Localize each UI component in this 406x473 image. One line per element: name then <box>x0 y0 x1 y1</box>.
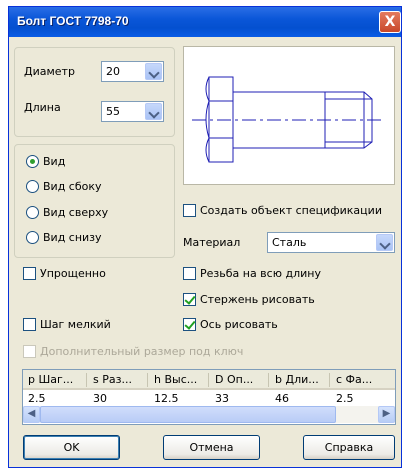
diameter-label: Диаметр <box>24 65 75 78</box>
help-button[interactable]: Справка <box>303 435 395 460</box>
close-icon: X <box>384 14 396 30</box>
simplified-label: Упрощенно <box>40 267 106 280</box>
table-cell[interactable]: 33 <box>215 392 229 405</box>
table-cell[interactable]: 30 <box>93 392 107 405</box>
column-header-b[interactable]: b Дли... <box>275 373 319 386</box>
view-radio-bottom[interactable] <box>26 231 39 244</box>
column-header-h[interactable]: h Выс... <box>154 373 197 386</box>
cancel-button[interactable]: Отмена <box>163 435 260 460</box>
extra-key-size-label: Дополнительный размер под ключ <box>40 345 244 358</box>
material-value: Сталь <box>272 236 307 249</box>
scrollbar-thumb[interactable] <box>40 406 336 423</box>
table-cell[interactable]: 2.5 <box>336 392 354 405</box>
simplified-checkbox[interactable] <box>23 267 36 280</box>
view-label-main: Вид <box>43 155 66 168</box>
horizontal-scrollbar[interactable]: ◀ ▶ <box>23 406 395 423</box>
bolt-preview <box>183 46 395 185</box>
dialog-window: Болт ГОСТ 7798-70 X Диаметр 20 Длина 55 <box>8 6 402 468</box>
title-bar[interactable]: Болт ГОСТ 7798-70 X <box>9 7 401 37</box>
view-label-bottom: Вид снизу <box>43 231 102 244</box>
view-radio-side[interactable] <box>26 180 39 193</box>
length-select[interactable]: 55 <box>101 101 164 122</box>
close-button[interactable]: X <box>379 11 401 33</box>
material-label: Материал <box>183 236 241 249</box>
table-cell[interactable]: 46 <box>275 392 289 405</box>
column-header-d[interactable]: D Оп... <box>215 373 253 386</box>
window-title: Болт ГОСТ 7798-70 <box>17 14 129 28</box>
draw-axis-label: Ось рисовать <box>200 318 278 331</box>
full-thread-checkbox[interactable] <box>183 267 196 280</box>
parameters-table[interactable]: p Шаг... s Раз... h Выс... D Оп... b Дли… <box>22 369 396 425</box>
extra-key-size-checkbox[interactable] <box>23 345 36 358</box>
view-label-top: Вид сверху <box>43 206 109 219</box>
table-cell[interactable]: 12.5 <box>154 392 179 405</box>
fine-pitch-checkbox[interactable] <box>23 318 36 331</box>
column-header-s[interactable]: s Раз... <box>93 373 132 386</box>
diameter-select[interactable]: 20 <box>101 61 164 82</box>
column-header-p[interactable]: p Шаг... <box>28 373 73 386</box>
table-cell[interactable]: 2.5 <box>28 392 46 405</box>
material-select[interactable]: Сталь <box>267 232 395 253</box>
create-spec-checkbox[interactable] <box>183 204 196 217</box>
view-label-side: Вид сбоку <box>43 180 102 193</box>
draw-shank-label: Стержень рисовать <box>200 293 315 306</box>
draw-shank-checkbox[interactable] <box>183 293 196 306</box>
view-radio-main[interactable] <box>26 155 39 168</box>
view-radio-top[interactable] <box>26 206 39 219</box>
chevron-down-icon[interactable] <box>145 103 162 120</box>
table-header: p Шаг... s Раз... h Выс... D Оп... b Дли… <box>23 370 395 390</box>
column-header-c[interactable]: c Фа... <box>336 373 372 386</box>
fine-pitch-label: Шаг мелкий <box>40 318 111 331</box>
length-value: 55 <box>106 105 120 118</box>
chevron-down-icon[interactable] <box>376 234 393 251</box>
create-spec-label: Создать объект спецификации <box>200 204 382 217</box>
length-label: Длина <box>24 101 61 114</box>
diameter-value: 20 <box>106 65 120 78</box>
chevron-down-icon[interactable] <box>145 63 162 80</box>
scroll-right-icon[interactable]: ▶ <box>378 406 395 423</box>
bolt-drawing <box>192 76 384 163</box>
draw-axis-checkbox[interactable] <box>183 318 196 331</box>
full-thread-label: Резьба на всю длину <box>200 267 321 280</box>
scroll-left-icon[interactable]: ◀ <box>23 406 40 423</box>
ok-button[interactable]: OK <box>23 435 120 460</box>
